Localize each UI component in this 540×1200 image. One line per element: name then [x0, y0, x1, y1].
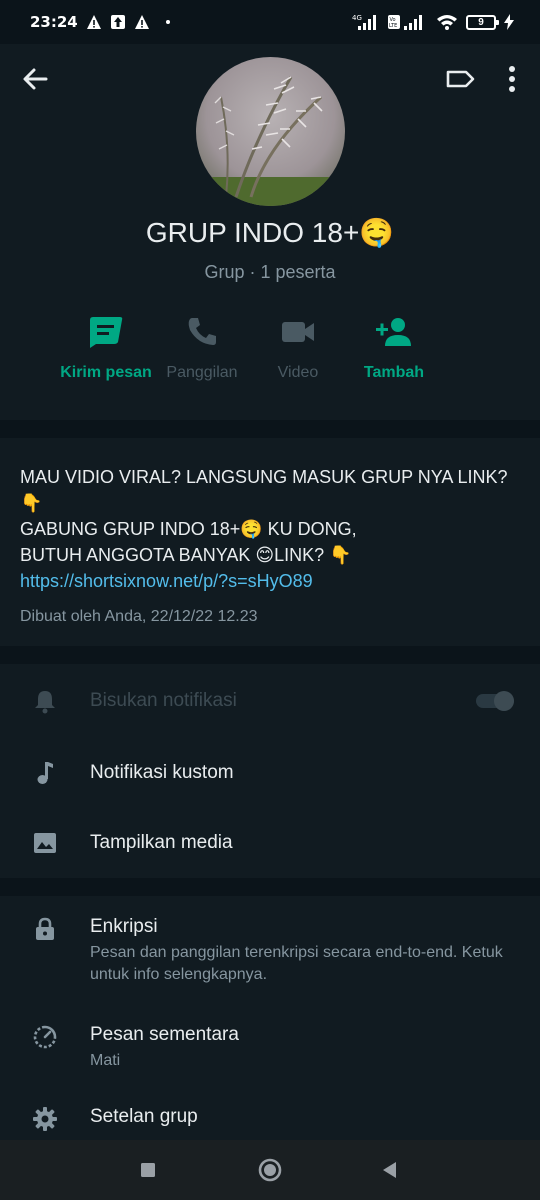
group-description[interactable]: MAU VIDIO VIRAL? LANGSUNG MASUK GRUP NYA… — [0, 438, 540, 646]
call-button[interactable]: Panggilan — [152, 314, 252, 382]
group-subtitle: Grup · 1 peserta — [204, 262, 336, 282]
back-nav-icon[interactable] — [376, 1156, 404, 1184]
group-header: GRUP INDO 18+🤤 Grup · 1 peserta Kirim pe… — [0, 44, 540, 420]
status-time: 23:24 — [30, 13, 78, 31]
image-icon — [34, 833, 56, 853]
bell-icon — [35, 691, 55, 714]
status-notification-icons — [86, 14, 170, 30]
video-label: Video — [277, 364, 319, 381]
phone-icon — [188, 318, 216, 345]
battery-icon: 9 — [466, 14, 499, 30]
home-icon[interactable] — [256, 1156, 284, 1184]
encryption-subtitle: Pesan dan panggilan terenkripsi secara e… — [90, 944, 503, 983]
status-dot — [165, 20, 170, 24]
encryption-row[interactable]: Enkripsi Pesan dan panggilan terenkripsi… — [0, 896, 540, 1000]
signal-4g-icon: 4G — [352, 14, 376, 30]
mute-toggle[interactable] — [474, 690, 516, 712]
add-participant-button[interactable]: Tambah — [344, 314, 444, 382]
mute-notifications-label: Bisukan notifikasi — [90, 690, 237, 711]
call-label: Panggilan — [166, 364, 238, 381]
group-name: GRUP INDO 18+🤤 — [145, 217, 395, 248]
send-message-label: Kirim pesan — [60, 364, 152, 381]
status-bar: 23:24 4G Vo LTE 9 — [0, 0, 540, 44]
lock-icon — [36, 917, 54, 940]
add-participant-label: Tambah — [363, 364, 425, 381]
recents-icon[interactable] — [134, 1156, 162, 1184]
timer-icon — [33, 1025, 57, 1049]
volte-signal-icon: VoLTE — [388, 15, 422, 30]
group-avatar[interactable] — [196, 57, 345, 206]
music-note-icon — [37, 762, 53, 784]
charging-icon — [504, 14, 514, 30]
upload-icon — [110, 15, 125, 29]
custom-notifications-row[interactable]: Notifikasi kustom — [0, 738, 540, 808]
back-arrow-icon[interactable] — [20, 64, 50, 94]
encryption-title: Enkripsi — [90, 916, 158, 937]
group-settings-label: Setelan grup — [90, 1106, 198, 1127]
action-bar: Kirim pesan Panggilan Video Tambah — [60, 314, 470, 394]
label-icon[interactable] — [444, 64, 476, 94]
warning-icon-2 — [134, 15, 149, 29]
warning-icon — [86, 15, 101, 29]
privacy-settings: Enkripsi Pesan dan panggilan terenkripsi… — [0, 896, 540, 1140]
group-settings-row[interactable]: Setelan grup — [0, 1096, 540, 1140]
more-options-icon[interactable] — [500, 62, 524, 96]
video-call-button[interactable]: Video — [248, 314, 348, 382]
network-type: 4G — [352, 14, 362, 22]
custom-notifications-label: Notifikasi kustom — [90, 762, 234, 783]
mute-notifications-row[interactable]: Bisukan notifikasi — [0, 664, 540, 738]
svg-text:LTE: LTE — [389, 23, 397, 29]
notification-settings: Bisukan notifikasi Notifikasi kustom Tam… — [0, 664, 540, 878]
disappearing-messages-status: Mati — [90, 1052, 121, 1069]
add-person-icon — [376, 318, 411, 346]
media-visibility-label: Tampilkan media — [90, 832, 233, 853]
gear-icon — [33, 1107, 57, 1131]
message-icon — [90, 317, 123, 348]
avatar-photo — [196, 76, 345, 206]
disappearing-messages-title: Pesan sementara — [90, 1024, 239, 1045]
wifi-icon — [437, 15, 457, 30]
send-message-button[interactable]: Kirim pesan — [56, 314, 156, 382]
description-text: MAU VIDIO VIRAL? LANGSUNG MASUK GRUP NYA… — [20, 467, 508, 565]
media-visibility-row[interactable]: Tampilkan media — [0, 808, 540, 878]
disappearing-messages-row[interactable]: Pesan sementara Mati — [0, 1000, 540, 1096]
video-icon — [282, 322, 314, 342]
system-nav-bar — [0, 1140, 540, 1200]
description-meta: Dibuat oleh Anda, 22/12/22 12.23 — [20, 608, 258, 625]
description-link[interactable]: https://shortsixnow.net/p/?s=sHyO89 — [20, 568, 520, 594]
